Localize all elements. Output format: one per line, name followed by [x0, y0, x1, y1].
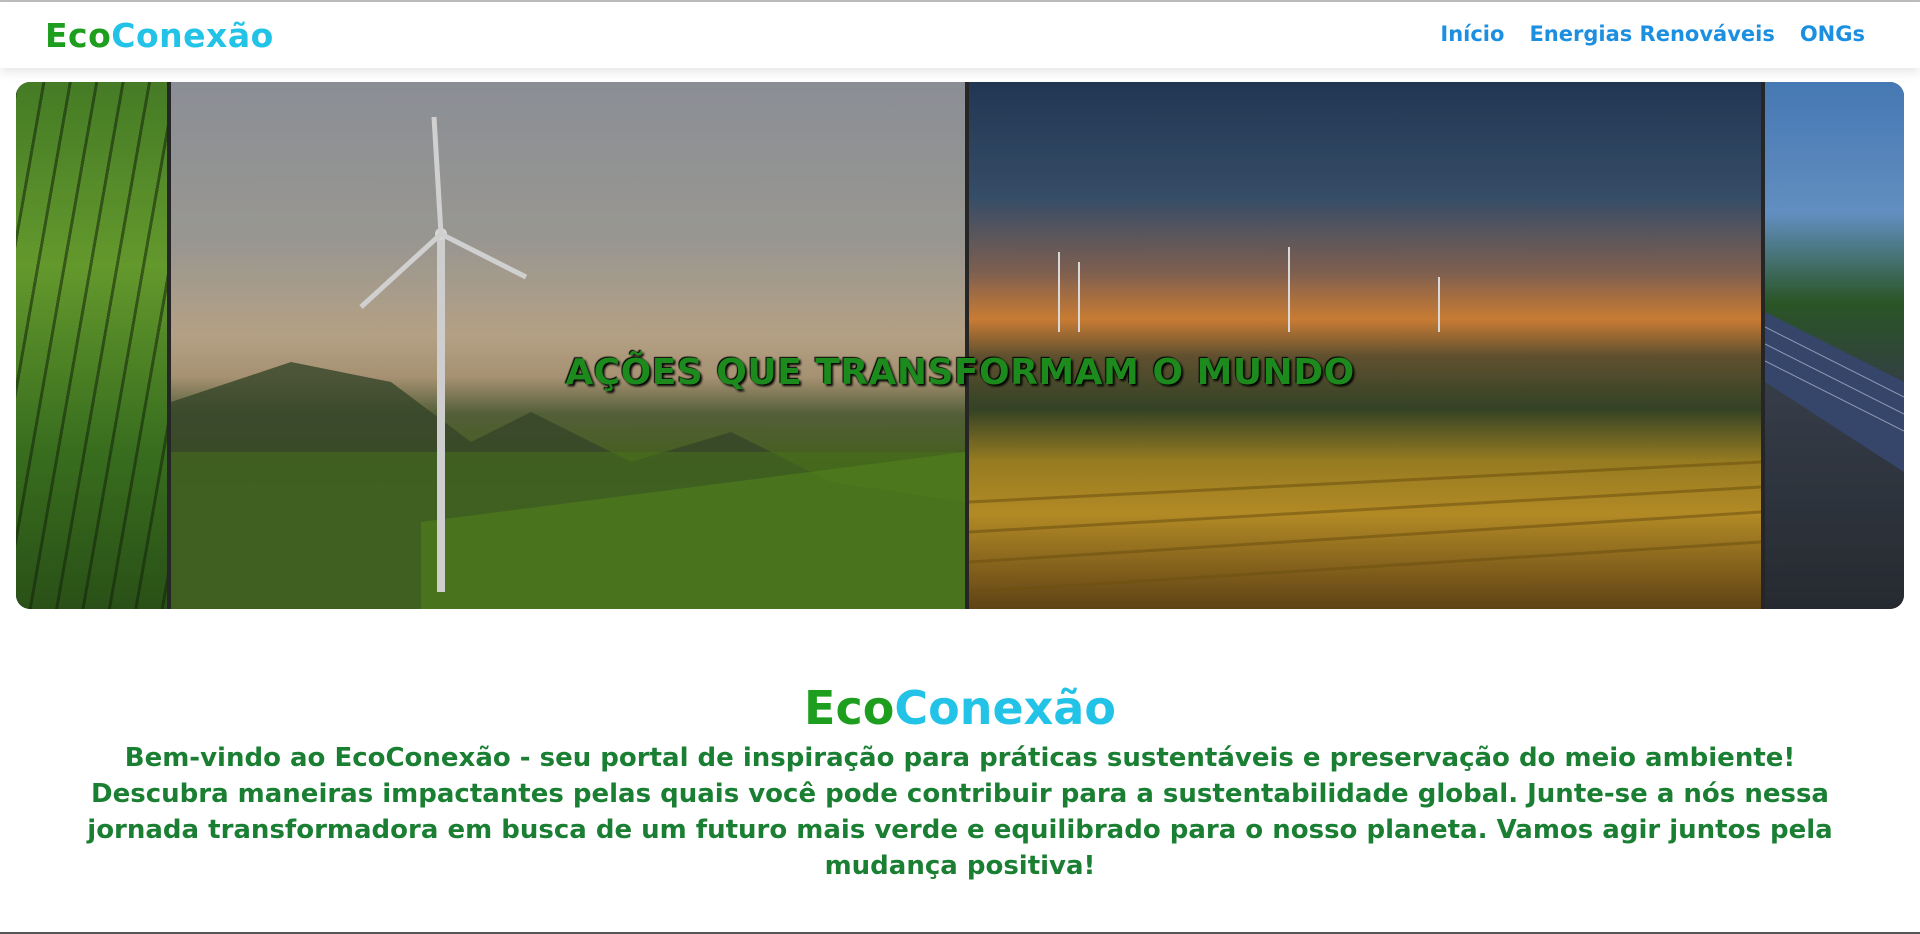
forest-image: [16, 82, 167, 609]
hero-carousel[interactable]: AÇÕES QUE TRANSFORMAM O MUNDO: [16, 82, 1904, 609]
solar-panels-image: [1765, 82, 1904, 609]
wind-turbine-image: [171, 82, 965, 609]
title-eco-text: Eco: [804, 681, 895, 735]
title-conexao-text: Conexão: [894, 681, 1116, 735]
main-content: EcoConexão Bem-vindo ao EcoConexão - seu…: [0, 680, 1920, 884]
intro-paragraph: Bem-vindo ao EcoConexão - seu portal de …: [87, 743, 1833, 881]
solar-panel-illustration: [1765, 312, 1904, 472]
site-logo[interactable]: EcoConexão: [45, 16, 274, 55]
logo-conexao-text: Conexão: [111, 16, 274, 55]
wind-turbine-illustration: [171, 116, 965, 609]
vineyard-wind-farm-image: [969, 82, 1761, 609]
page-title: EcoConexão: [0, 680, 1920, 736]
hero-title: AÇÕES QUE TRANSFORMAM O MUNDO: [565, 351, 1355, 393]
logo-eco-text: Eco: [45, 16, 112, 55]
nav-link-energias-renovaveis[interactable]: Energias Renováveis: [1529, 22, 1774, 46]
navbar: EcoConexão Início Energias Renováveis ON…: [0, 2, 1920, 68]
nav-link-inicio[interactable]: Início: [1440, 22, 1504, 46]
main-nav: Início Energias Renováveis ONGs: [1440, 22, 1865, 46]
vineyard-illustration: [969, 247, 1761, 594]
nav-link-ongs[interactable]: ONGs: [1800, 22, 1865, 46]
